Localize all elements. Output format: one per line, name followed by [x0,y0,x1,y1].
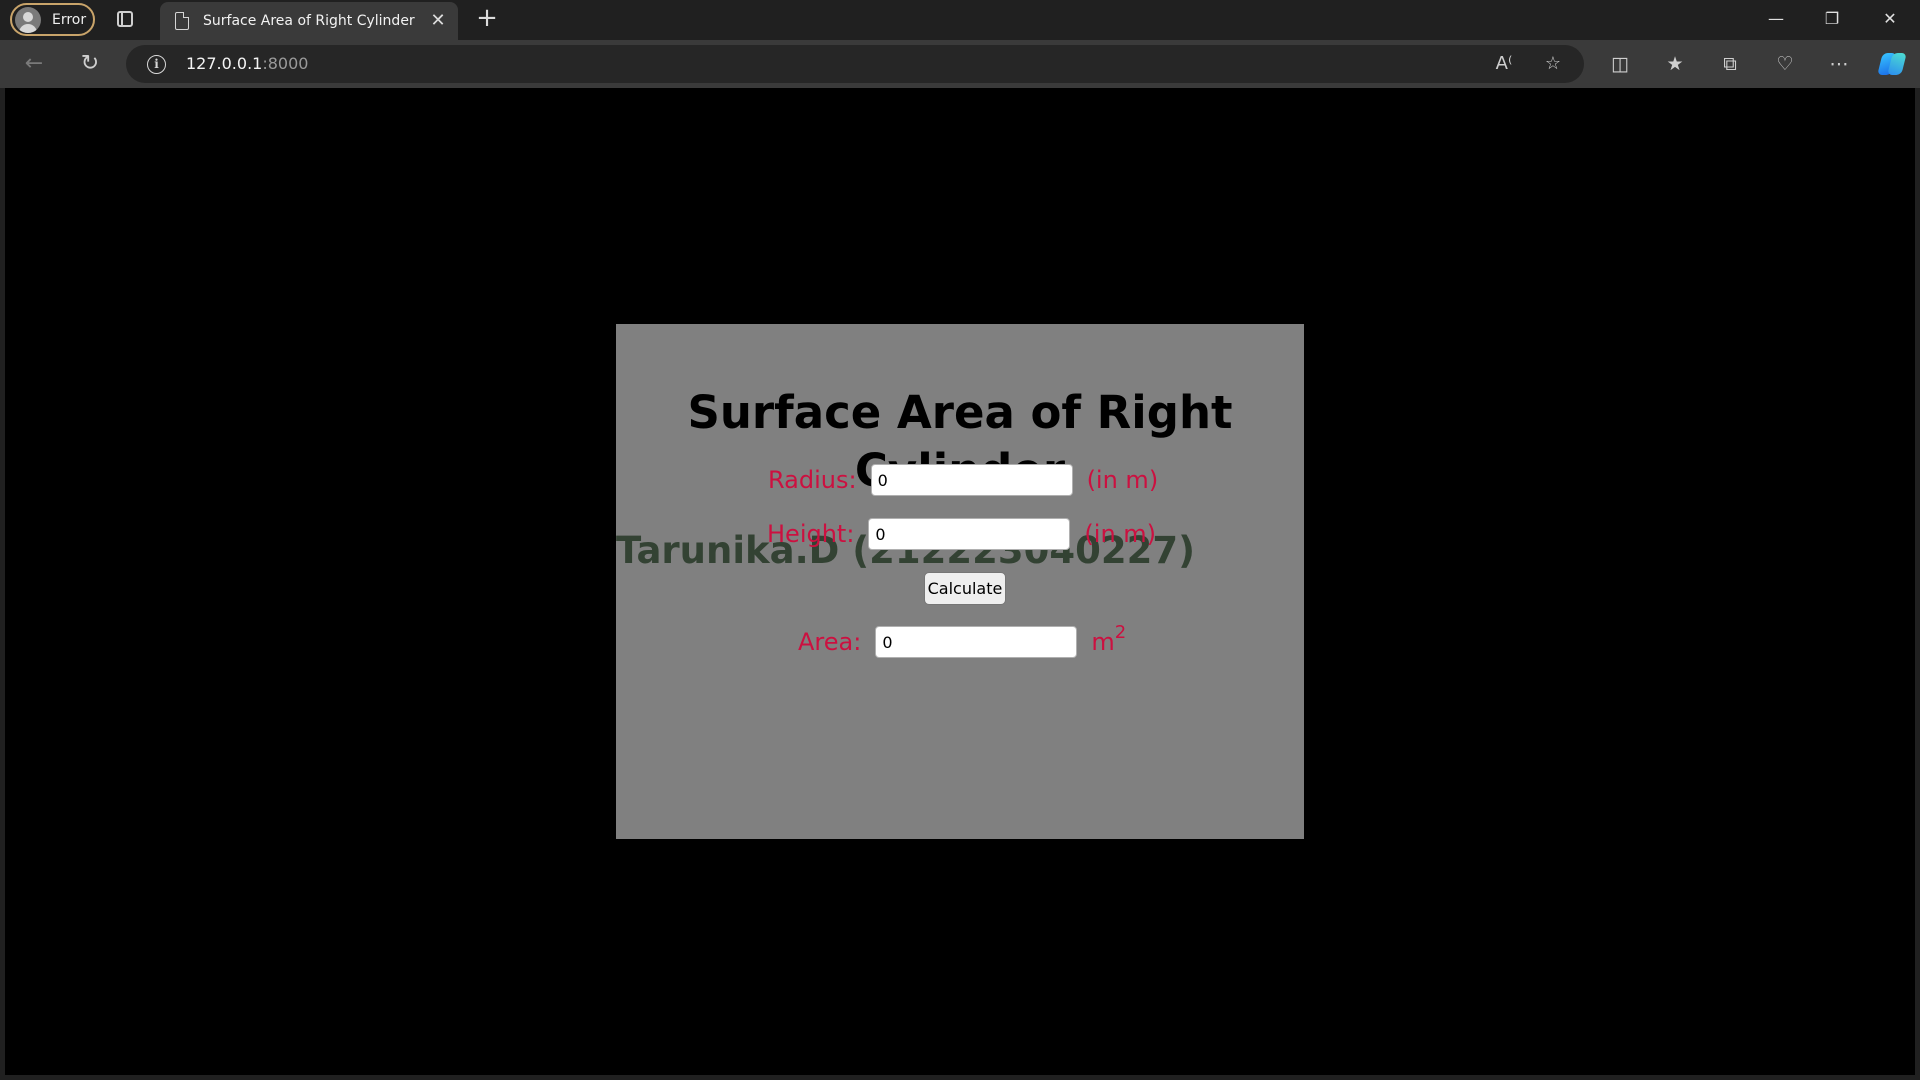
tab-active[interactable]: Surface Area of Right Cylinder ✕ [160,2,458,40]
area-unit: m2 [1091,624,1126,657]
area-output[interactable] [875,626,1078,658]
url-host: 127.0.0.1 [186,54,263,73]
height-row: Height: (in m) [767,517,1156,551]
radius-unit: (in m) [1086,466,1159,494]
new-tab-button[interactable]: + [474,5,500,32]
refresh-icon[interactable]: ↻ [73,47,107,81]
radius-input[interactable] [870,464,1073,496]
area-unit-base: m [1091,628,1115,656]
navigation-bar: ← ↻ i 127.0.0.1:8000 A⁽ ☆ ◫ ★ ⧉ ♡ ⋯ [0,40,1920,88]
back-arrow-icon[interactable]: ← [17,47,51,81]
height-input[interactable] [868,518,1071,550]
area-unit-exponent: 2 [1114,622,1127,643]
radius-label: Radius: [768,466,857,494]
height-label: Height: [767,520,855,548]
close-tab-icon[interactable]: ✕ [428,11,448,31]
area-row: Area: m2 [798,624,1126,659]
radius-row: Radius: (in m) [768,463,1158,497]
info-icon[interactable]: i [147,55,166,74]
calculate-button[interactable]: Calculate [924,572,1006,605]
avatar [15,6,41,33]
profile-button[interactable]: Error [10,3,95,36]
height-unit: (in m) [1084,520,1157,548]
address-bar[interactable]: i 127.0.0.1:8000 A⁽ ☆ [126,45,1584,83]
page-viewport: Surface Area of Right Cylinder Tarunika.… [5,88,1915,1075]
url-text[interactable]: 127.0.0.1:8000 [186,45,308,83]
split-screen-icon[interactable]: ◫ [1603,47,1637,81]
tab-actions-icon[interactable] [114,8,136,30]
tab-title: Surface Area of Right Cylinder [203,13,415,29]
favorite-star-icon[interactable]: ☆ [1539,50,1567,78]
read-aloud-icon[interactable]: A⁽ [1490,50,1518,78]
more-menu-icon[interactable]: ⋯ [1822,47,1856,81]
collections-icon[interactable]: ⧉ [1713,47,1747,81]
minimize-button[interactable]: — [1748,0,1804,40]
close-window-button[interactable]: ✕ [1862,0,1918,40]
url-port: :8000 [262,54,309,73]
restore-button[interactable]: ❐ [1804,0,1860,40]
copilot-icon[interactable] [1877,51,1907,77]
area-label: Area: [798,628,862,656]
title-bar: Error Surface Area of Right Cylinder ✕ +… [0,0,1920,40]
page-icon [175,12,189,30]
browser-essentials-icon[interactable]: ♡ [1768,47,1802,81]
calculator-card: Surface Area of Right Cylinder Tarunika.… [616,324,1304,839]
profile-label: Error [52,11,87,28]
favorites-icon[interactable]: ★ [1658,47,1692,81]
